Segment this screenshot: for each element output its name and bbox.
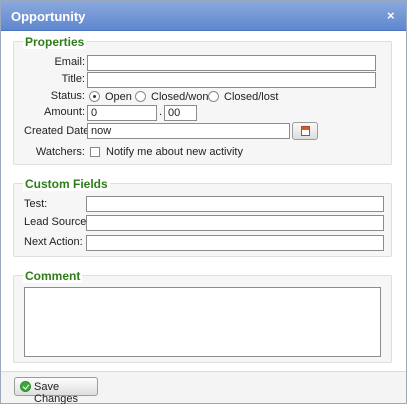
lead-source-label: Lead Source: (24, 216, 90, 228)
comment-textarea[interactable] (24, 287, 381, 357)
custom-fields-title: Custom Fields (23, 177, 110, 191)
comment-title: Comment (23, 269, 83, 283)
save-changes-label: Save Changes (34, 381, 79, 404)
dialog-title: Opportunity (11, 9, 86, 24)
lead-source-input[interactable] (86, 215, 384, 231)
properties-title: Properties (23, 35, 87, 49)
opportunity-dialog: Opportunity × Properties Email: Title: S… (0, 0, 407, 404)
status-closed-lost-radio[interactable] (208, 91, 219, 102)
email-input[interactable] (87, 55, 376, 71)
amount-whole-input[interactable] (87, 105, 157, 121)
status-closed-lost-label[interactable]: Closed/lost (224, 91, 278, 103)
test-input[interactable] (86, 196, 384, 212)
comment-section: Comment (13, 269, 392, 363)
status-label: Status: (50, 90, 85, 102)
properties-section: Properties Email: Title: Status: Open Cl… (13, 35, 392, 165)
amount-separator: . (159, 106, 163, 118)
title-label: Title: (61, 73, 85, 85)
title-input[interactable] (87, 72, 376, 88)
calendar-button[interactable] (292, 122, 318, 140)
notify-checkbox[interactable] (90, 147, 100, 157)
amount-label: Amount: (44, 106, 85, 118)
dialog-titlebar[interactable]: Opportunity × (1, 1, 406, 31)
custom-fields-section: Custom Fields Test: Lead Source: Next Ac… (13, 177, 392, 257)
checkmark-icon (20, 381, 31, 392)
status-closed-won-radio[interactable] (135, 91, 146, 102)
next-action-label: Next Action: (24, 236, 83, 248)
status-open-label[interactable]: Open (105, 91, 132, 103)
dialog-footer: Save Changes (1, 371, 406, 404)
created-date-label: Created Date: (24, 125, 93, 137)
notify-checkbox-label[interactable]: Notify me about new activity (106, 146, 243, 158)
created-date-input[interactable] (87, 123, 290, 139)
close-icon[interactable]: × (387, 8, 395, 23)
next-action-input[interactable] (86, 235, 384, 251)
email-label: Email: (54, 56, 85, 68)
status-open-radio[interactable] (89, 91, 100, 102)
status-closed-won-label[interactable]: Closed/won (151, 91, 208, 103)
calendar-icon (301, 126, 310, 136)
watchers-label: Watchers: (35, 146, 85, 158)
save-changes-button[interactable]: Save Changes (14, 377, 98, 404)
test-label: Test: (24, 198, 48, 210)
amount-cents-input[interactable] (164, 105, 197, 121)
